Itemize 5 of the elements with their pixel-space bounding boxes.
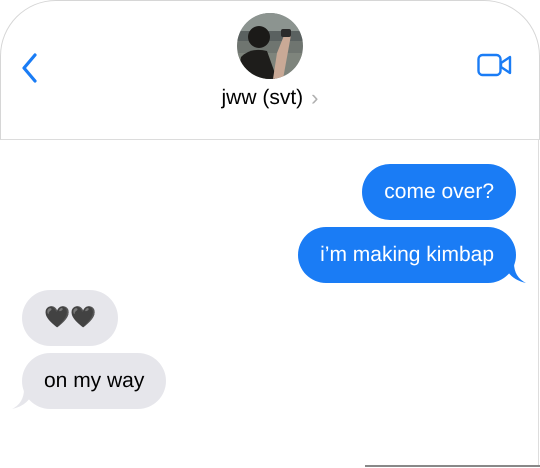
- back-button[interactable]: [21, 53, 37, 83]
- sent-message: come over?: [362, 164, 516, 220]
- contact-name-button[interactable]: jww (svt) ›: [222, 85, 318, 111]
- received-message: 🖤🖤: [22, 290, 118, 346]
- video-call-icon[interactable]: [477, 53, 513, 77]
